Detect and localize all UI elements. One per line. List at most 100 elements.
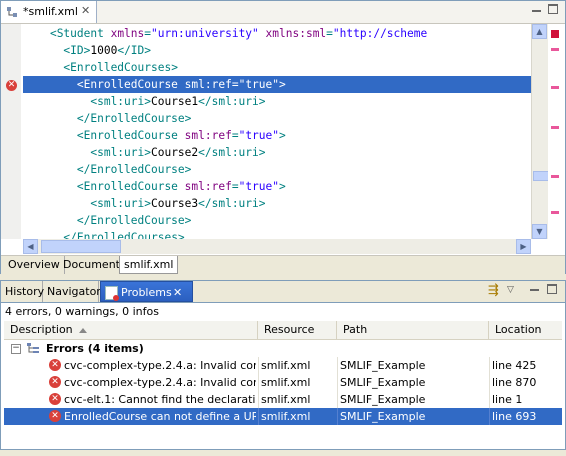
- column-divider: [337, 374, 338, 391]
- code-token: </EnrolledCourse>: [76, 163, 192, 176]
- cell-location: line 425: [492, 359, 537, 372]
- editor-page-tabs: Overview Documents smlif.xml: [1, 255, 565, 275]
- code-area[interactable]: <Student xmlns="urn:university" xmlns:sm…: [23, 24, 531, 239]
- ruler-error-mark[interactable]: [551, 48, 559, 51]
- code-token: <sml:uri>: [90, 197, 151, 210]
- column-divider: [258, 357, 259, 374]
- error-summary-marker[interactable]: [551, 30, 559, 38]
- xml-editor: *smlif.xml ✕ ✕ <Student xmlns="urn:unive…: [0, 0, 566, 275]
- code-token: Course3: [150, 197, 199, 210]
- code-token: >: [279, 180, 286, 193]
- ruler-error-mark[interactable]: [551, 175, 559, 178]
- code-line[interactable]: </EnrolledCourse>: [23, 110, 192, 127]
- code-line[interactable]: <EnrolledCourse sml:ref="true">: [23, 127, 286, 144]
- code-line[interactable]: <sml:uri>Course1</sml:uri>: [23, 93, 266, 110]
- column-divider: [489, 408, 490, 425]
- cell-path: SMLIF_Example: [340, 393, 426, 406]
- cell-resource: smlif.xml: [261, 376, 311, 389]
- code-line[interactable]: <sml:uri>Course2</sml:uri>: [23, 144, 266, 161]
- view-menu-icon[interactable]: ▽: [507, 285, 514, 295]
- view-tab-bar: History Navigator Problems ✕ ⇶ ▽: [1, 281, 565, 303]
- column-divider: [258, 374, 259, 391]
- column-divider: [489, 391, 490, 408]
- close-icon[interactable]: ✕: [81, 4, 90, 17]
- horizontal-scroll-thumb[interactable]: [41, 240, 121, 253]
- tab-problems[interactable]: Problems ✕: [100, 281, 193, 302]
- editor-tab-smlif[interactable]: *smlif.xml ✕: [1, 1, 97, 23]
- collapse-icon[interactable]: −: [11, 344, 21, 354]
- close-icon[interactable]: ✕: [173, 282, 182, 303]
- code-line[interactable]: </EnrolledCourse>: [23, 212, 192, 229]
- code-line[interactable]: </EnrolledCourses>: [23, 229, 184, 239]
- scroll-down-icon[interactable]: ▼: [532, 224, 547, 239]
- tab-history[interactable]: History: [1, 281, 44, 302]
- code-token: <EnrolledCourse: [76, 129, 185, 142]
- code-token: >: [279, 78, 286, 91]
- problems-summary: 4 errors, 0 warnings, 0 infos: [5, 305, 159, 318]
- maximize-icon[interactable]: [547, 4, 559, 14]
- code-token: =: [231, 78, 239, 91]
- tab-navigator[interactable]: Navigator: [43, 281, 101, 302]
- vertical-scrollbar[interactable]: ▲ ▼: [531, 24, 549, 239]
- code-token: <sml:uri>: [90, 95, 151, 108]
- ruler-error-mark[interactable]: [551, 126, 559, 129]
- cell-description: cvc-elt.1: Cannot find the declaration o…: [64, 393, 256, 406]
- ruler-error-mark[interactable]: [551, 86, 559, 89]
- table-row[interactable]: ✕EnrolledCourse can not define a URI tha…: [4, 408, 562, 425]
- code-token: Course2: [150, 146, 199, 159]
- horizontal-scrollbar[interactable]: ◀ ▶: [23, 239, 531, 254]
- problems-panel: History Navigator Problems ✕ ⇶ ▽ 4 error…: [0, 280, 566, 450]
- cell-location: line 870: [492, 376, 537, 389]
- code-line[interactable]: <EnrolledCourses>: [23, 59, 178, 76]
- error-group-label: Errors (4 items): [46, 342, 144, 355]
- code-line[interactable]: <sml:uri>Course3</sml:uri>: [23, 195, 265, 212]
- code-token: sml:ref: [184, 129, 232, 142]
- sort-ascending-icon: [78, 327, 87, 333]
- code-token: xmlns:sml: [265, 27, 327, 40]
- scroll-up-icon[interactable]: ▲: [532, 24, 547, 39]
- code-line[interactable]: <EnrolledCourse sml:ref="true">: [23, 76, 531, 93]
- column-divider: [337, 391, 338, 408]
- scroll-right-icon[interactable]: ▶: [516, 239, 531, 254]
- code-token: xmlns: [110, 27, 145, 40]
- code-token: </sml:uri>: [198, 95, 266, 108]
- minimize-icon[interactable]: [530, 6, 542, 16]
- code-token: </sml:uri>: [198, 146, 266, 159]
- ruler-error-mark[interactable]: [551, 211, 559, 214]
- xml-file-icon: [7, 7, 17, 17]
- code-token: =: [231, 129, 239, 142]
- minimize-icon[interactable]: [528, 285, 540, 295]
- column-description[interactable]: Description: [4, 321, 258, 339]
- code-token: <sml:uri>: [90, 146, 151, 159]
- code-token: =: [144, 27, 152, 40]
- code-token: "true": [238, 129, 279, 142]
- error-icon[interactable]: ✕: [6, 80, 17, 91]
- code-token: <Student: [49, 27, 111, 40]
- maximize-icon[interactable]: [546, 284, 558, 294]
- page-tab-overview[interactable]: Overview: [4, 256, 65, 274]
- overview-ruler: [548, 24, 564, 239]
- vertical-scroll-thumb[interactable]: [533, 171, 549, 181]
- column-resource[interactable]: Resource: [258, 321, 337, 339]
- code-line[interactable]: <Student xmlns="urn:university" xmlns:sm…: [23, 25, 427, 42]
- editor-tab-label: *smlif.xml: [23, 5, 78, 18]
- table-row[interactable]: ✕cvc-elt.1: Cannot find the declaration …: [4, 391, 562, 408]
- error-group-row[interactable]: − Errors (4 items): [4, 340, 562, 357]
- code-token: <ID>: [63, 44, 91, 57]
- table-row[interactable]: ✕cvc-complex-type.2.4.a: Invalid content…: [4, 374, 562, 391]
- table-row[interactable]: ✕cvc-complex-type.2.4.a: Invalid content…: [4, 357, 562, 374]
- filter-icon[interactable]: ⇶: [488, 284, 502, 298]
- page-tab-source[interactable]: smlif.xml: [119, 256, 179, 274]
- code-line[interactable]: </EnrolledCourse>: [23, 161, 192, 178]
- code-token: =: [231, 180, 239, 193]
- column-location[interactable]: Location: [489, 321, 562, 339]
- scroll-left-icon[interactable]: ◀: [23, 239, 38, 254]
- code-line[interactable]: <ID>1000</ID>: [23, 42, 151, 59]
- column-path[interactable]: Path: [337, 321, 489, 339]
- column-divider: [258, 391, 259, 408]
- code-line[interactable]: <EnrolledCourse sml:ref="true">: [23, 178, 286, 195]
